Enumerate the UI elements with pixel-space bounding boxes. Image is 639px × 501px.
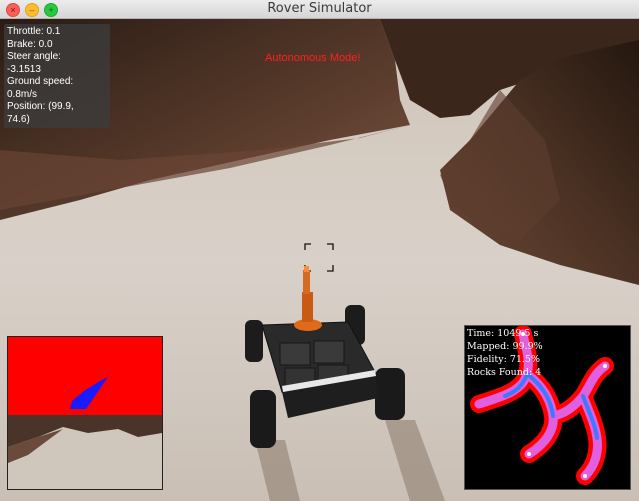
map-time: Time: 1049.5 s: [467, 328, 539, 339]
mode-indicator: Autonomous Mode!: [265, 52, 361, 64]
title-bar: × – + Rover Simulator: [0, 0, 639, 19]
steer-value: -3.1513: [7, 63, 41, 75]
telemetry-panel: Throttle: 0.1 Brake: 0.0 Steer angle: -3…: [4, 24, 110, 128]
world-map-panel: Time: 1049.5 s Mapped: 99.9% Fidelity: 7…: [464, 325, 631, 490]
position-value: 74.6): [7, 113, 30, 125]
speed-value: 0.8m/s: [7, 88, 38, 100]
map-mapped: Mapped: 99.9%: [467, 341, 543, 352]
map-rocks-found: Rocks Found: 4: [467, 367, 542, 378]
perspective-view: [8, 337, 162, 489]
perspective-inset: [7, 336, 163, 490]
rock-marker: [527, 452, 531, 456]
window-title: Rover Simulator: [267, 1, 372, 16]
simulator-window: × – + Rover Simulator Throttle: 0.1 Brak…: [0, 0, 639, 501]
brake-readout: Brake: 0.0: [7, 38, 53, 50]
rock-marker: [583, 474, 587, 478]
speed-label: Ground speed:: [7, 76, 74, 87]
throttle-readout: Throttle: 0.1: [7, 26, 61, 37]
map-fidelity: Fidelity: 71.5%: [467, 354, 540, 365]
map-stats: Time: 1049.5 s Mapped: 99.9% Fidelity: 7…: [467, 327, 543, 379]
position-label: Position: (99.9,: [7, 101, 74, 112]
rock-marker: [603, 364, 607, 368]
steer-label: Steer angle:: [7, 51, 61, 62]
